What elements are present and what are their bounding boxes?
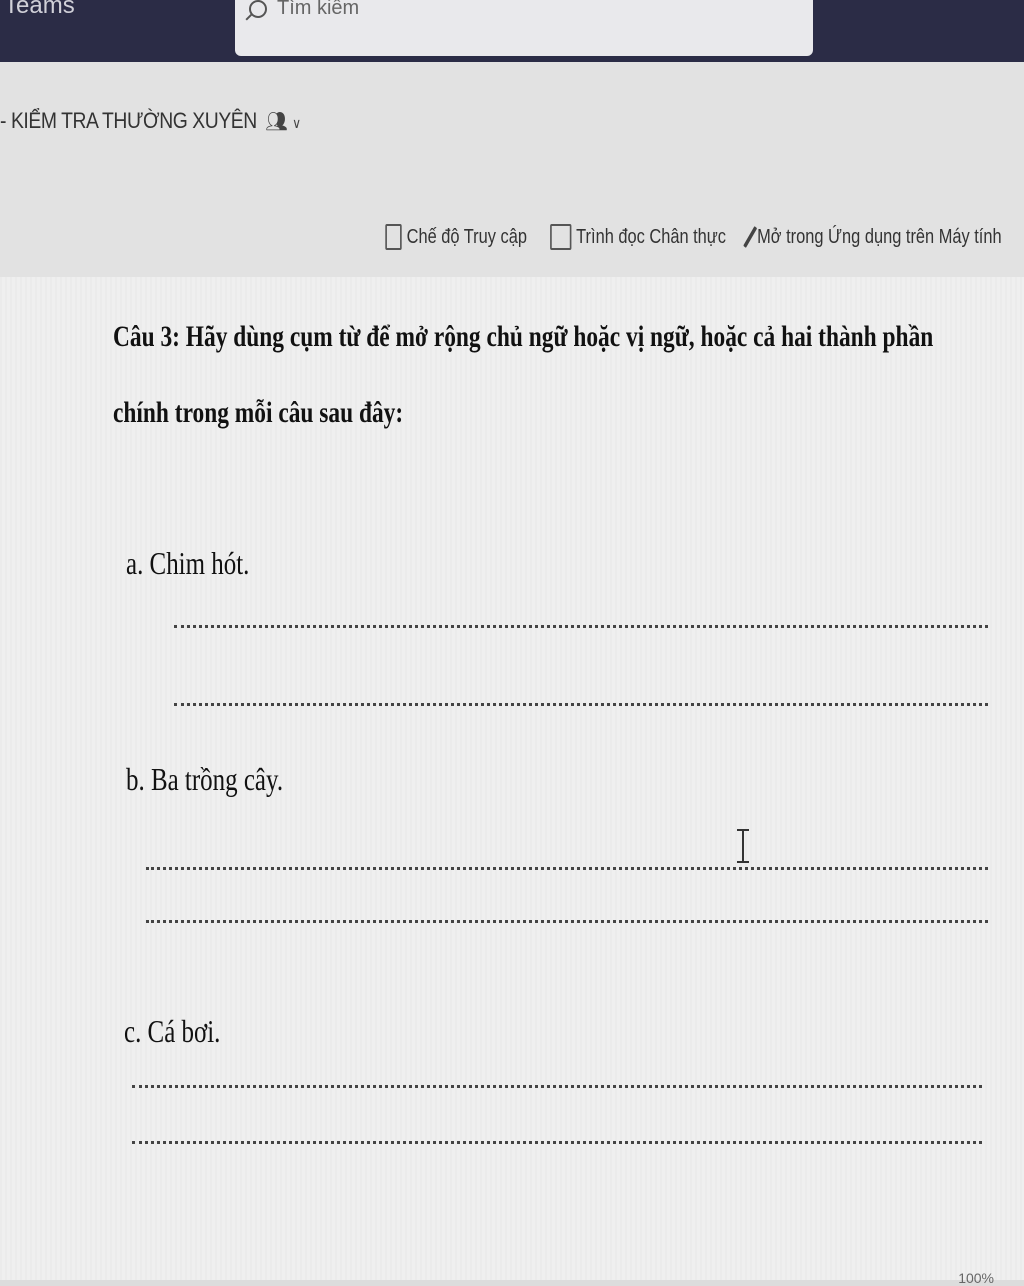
item-c: c. Cá bơi. bbox=[124, 1013, 221, 1049]
chevron-down-icon[interactable]: ∨ bbox=[292, 115, 301, 132]
open-desktop-label: Mở trong Ứng dụng trên Máy tính bbox=[757, 225, 1002, 248]
answer-line bbox=[174, 703, 988, 706]
immersive-reader-button[interactable]: Trình đọc Chân thực bbox=[550, 224, 726, 250]
document-icon bbox=[385, 224, 403, 250]
answer-line bbox=[132, 1085, 982, 1088]
reader-icon bbox=[550, 224, 572, 250]
search-input[interactable] bbox=[275, 0, 679, 22]
top-bar: Teams bbox=[0, 0, 1024, 62]
search-box[interactable] bbox=[235, 0, 813, 56]
open-desktop-button[interactable]: Mở trong Ứng dụng trên Máy tính bbox=[743, 225, 1002, 249]
answer-line bbox=[146, 920, 988, 923]
answer-line bbox=[174, 625, 988, 628]
answer-line bbox=[132, 1141, 982, 1144]
zoom-level[interactable]: 100% bbox=[958, 1270, 994, 1286]
search-icon bbox=[249, 0, 267, 18]
item-a: a. Chim hót. bbox=[126, 545, 250, 581]
access-mode-label: Chế độ Truy cập bbox=[407, 225, 528, 248]
document-title-text: - KIỂM TRA THƯỜNG XUYÊN bbox=[0, 108, 257, 133]
document-title[interactable]: - KIỂM TRA THƯỜNG XUYÊN 👥︎ ∨ bbox=[0, 108, 301, 134]
answer-line bbox=[146, 867, 988, 870]
app-name[interactable]: Teams bbox=[4, 0, 75, 20]
access-mode-button[interactable]: Chế độ Truy cập bbox=[385, 224, 528, 250]
question-text: Câu 3: Hãy dùng cụm từ để mở rộng chủ ng… bbox=[113, 320, 934, 429]
people-icon[interactable]: 👥︎ bbox=[265, 109, 287, 134]
document-toolbar: Chế độ Truy cập Trình đọc Chân thực Mở t… bbox=[385, 224, 1002, 250]
text-cursor-icon bbox=[737, 829, 749, 863]
item-b: b. Ba trồng cây. bbox=[126, 761, 284, 797]
document-page[interactable]: Câu 3: Hãy dùng cụm từ để mở rộng chủ ng… bbox=[0, 277, 1024, 1286]
pen-icon bbox=[743, 226, 758, 248]
document-header: - KIỂM TRA THƯỜNG XUYÊN 👥︎ ∨ Chế độ Truy… bbox=[0, 62, 1024, 277]
immersive-reader-label: Trình đọc Chân thực bbox=[576, 225, 727, 248]
